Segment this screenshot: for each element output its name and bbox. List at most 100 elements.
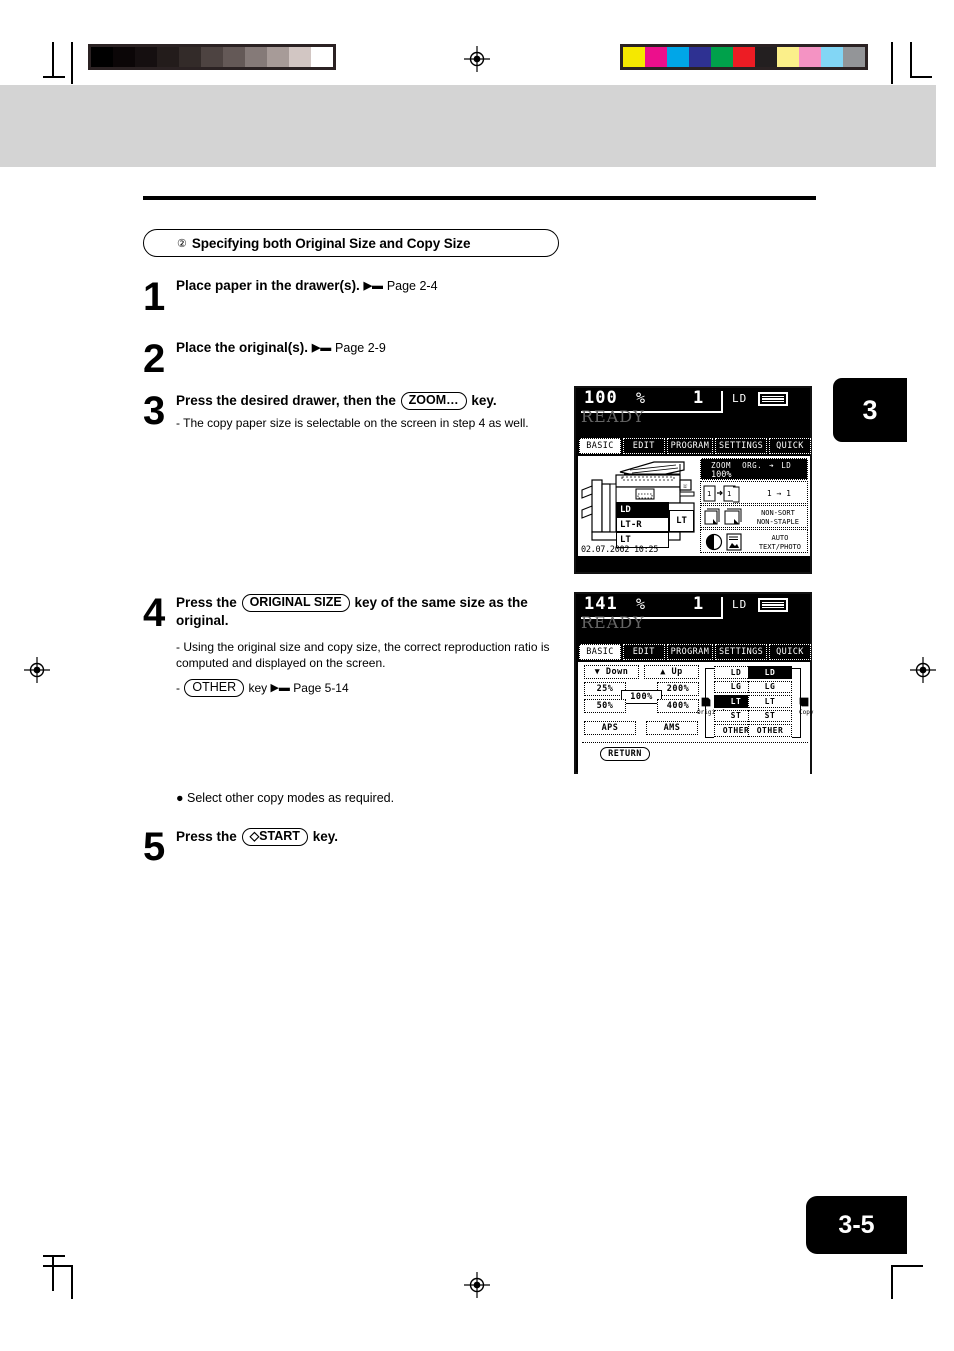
- arrow-right-icon: ▶▬: [311, 342, 332, 354]
- lcd2-tab-bar[interactable]: BASIC EDIT PROGRAM SETTINGS QUICK: [579, 644, 811, 660]
- crop-mark-br-v1: [891, 1265, 893, 1299]
- duplex-info-box[interactable]: 1 1 1 → 1: [700, 481, 808, 504]
- tab-program[interactable]: PROGRAM: [666, 644, 714, 660]
- size-label: LT: [764, 696, 776, 706]
- step-4-note-2-ref: Page 5-14: [293, 681, 349, 695]
- tab-quick[interactable]: QUICK: [768, 438, 811, 454]
- lcd2-divider: [582, 742, 808, 743]
- lcd2-copy-count: 1: [693, 594, 704, 614]
- exposure-info-box[interactable]: AUTO TEXT/PHOTO: [700, 529, 808, 553]
- lcd1-ratio-unit: %: [636, 389, 646, 407]
- lcd2-status-text: READY: [581, 613, 645, 632]
- lcd1-tab-bar[interactable]: BASIC EDIT PROGRAM SETTINGS QUICK: [579, 438, 811, 454]
- lcd2-ratio-value: 141: [584, 594, 618, 614]
- size-label: ST: [764, 711, 776, 721]
- grayscale-patch-8: [267, 47, 289, 67]
- step-2-text: Place the original(s). ▶▬ Page 2-9: [176, 339, 576, 357]
- bypass-tray[interactable]: LT: [669, 510, 694, 532]
- color-patch-2: [667, 47, 689, 67]
- color-patch-6: [755, 47, 777, 67]
- zoom-up-button[interactable]: ▲ Up: [644, 665, 699, 679]
- copy-size-other[interactable]: OTHER: [748, 724, 792, 737]
- tab-basic[interactable]: BASIC: [579, 644, 621, 660]
- preset-200-button[interactable]: 200%: [657, 682, 699, 696]
- crop-mark-tr-h: [910, 76, 932, 78]
- grayscale-patch-5: [201, 47, 223, 67]
- aps-button[interactable]: APS: [584, 721, 636, 735]
- step-4-note-2-mid: key: [248, 681, 268, 695]
- lcd1-paper-label: LD: [732, 392, 748, 405]
- exposure-line-1: AUTO: [771, 534, 789, 542]
- drawer-2-label: LT-R: [620, 519, 642, 530]
- tab-quick[interactable]: QUICK: [768, 644, 811, 660]
- start-key[interactable]: ◇START: [241, 828, 308, 846]
- color-patch-4: [711, 47, 733, 67]
- size-label: LT: [730, 696, 742, 706]
- grayscale-patch-10: [311, 47, 333, 67]
- finishing-info-box[interactable]: NON-SORT NON-STAPLE: [700, 505, 808, 528]
- paper-stack-icon: [758, 598, 788, 612]
- lcd-screen-basic[interactable]: 100 % 1 LD READY BASIC EDIT PROGRAM SETTING…: [574, 386, 812, 574]
- grayscale-patch-6: [223, 47, 245, 67]
- copy-size-lt[interactable]: LT: [748, 695, 792, 708]
- lcd2-status-bar: 141 % 1 LD READY: [576, 594, 810, 642]
- preset-200-label: 200%: [666, 684, 690, 694]
- ams-button[interactable]: AMS: [646, 721, 698, 735]
- preset-100-button[interactable]: 100%: [621, 690, 662, 704]
- lcd-screen-zoom[interactable]: 141 % 1 LD READY BASIC EDIT PROGRAM SETTING…: [574, 592, 813, 774]
- step-2-title: Place the original(s).: [176, 340, 309, 355]
- other-key[interactable]: OTHER: [184, 679, 245, 697]
- preset-25-button[interactable]: 25%: [584, 682, 626, 696]
- step-2-number: 2: [143, 337, 166, 381]
- crop-mark-tl-v2: [71, 42, 73, 84]
- section-heading: ② Specifying both Original Size and Copy…: [143, 229, 559, 257]
- tab-settings[interactable]: SETTINGS: [715, 644, 768, 660]
- section-top-rule: [143, 196, 816, 200]
- crop-mark-bl-v1: [52, 1257, 54, 1291]
- size-label: LG: [764, 682, 776, 692]
- copy-size-lg[interactable]: LG: [748, 680, 792, 693]
- copy-size-ld[interactable]: LD: [748, 666, 792, 679]
- zoom-up-label: ▲ Up: [660, 667, 683, 677]
- tab-program[interactable]: PROGRAM: [666, 438, 714, 454]
- lcd1-copy-count: 1: [693, 388, 704, 408]
- preset-50-button[interactable]: 50%: [584, 699, 626, 713]
- crop-mark-bl-h: [43, 1255, 65, 1257]
- finishing-line-2: NON-STAPLE: [756, 517, 799, 526]
- crop-mark-tl-h: [43, 76, 65, 78]
- grayscale-calibration-wedge: [88, 44, 336, 70]
- preset-400-button[interactable]: 400%: [657, 699, 699, 713]
- drawer-1[interactable]: LD: [616, 502, 669, 517]
- contrast-icon: [705, 533, 723, 551]
- original-size-key[interactable]: ORIGINAL SIZE: [241, 594, 350, 612]
- tab-basic[interactable]: BASIC: [579, 438, 621, 454]
- tab-edit[interactable]: EDIT: [622, 438, 665, 454]
- zoom-info-box[interactable]: ZOOM ORG. ➔ LD 100%: [700, 458, 808, 480]
- copy-modes-note: ● Select other copy modes as required.: [176, 791, 395, 805]
- arrow-right-icon: ▶▬: [363, 280, 384, 292]
- color-patch-3: [689, 47, 711, 67]
- size-label: LD: [764, 667, 776, 677]
- grayscale-patch-0: [91, 47, 113, 67]
- zoom-key[interactable]: ZOOM…: [400, 392, 467, 410]
- zoom-info-dest: LD: [781, 461, 792, 470]
- text-photo-icon: [726, 533, 742, 551]
- zoom-info-value: 100%: [711, 470, 732, 480]
- preset-50-label: 50%: [596, 701, 614, 711]
- tab-edit[interactable]: EDIT: [622, 644, 665, 660]
- color-calibration-bar: [620, 44, 868, 70]
- duplex-icon: 1 1: [703, 485, 740, 503]
- drawer-2[interactable]: LT-R: [616, 517, 669, 532]
- tab-settings[interactable]: SETTINGS: [715, 438, 768, 454]
- bypass-tray-label: LT: [676, 516, 687, 526]
- copy-size-st[interactable]: ST: [748, 709, 792, 722]
- registration-mark-top: [464, 46, 490, 72]
- step-1-title: Place paper in the drawer(s).: [176, 278, 360, 293]
- tab-label: SETTINGS: [719, 647, 764, 657]
- copier-illustration: ☏ LD LT-R LT LT: [580, 458, 696, 554]
- ams-label: AMS: [663, 723, 681, 733]
- tab-label: EDIT: [632, 647, 655, 657]
- zoom-down-button[interactable]: ▼ Down: [584, 665, 639, 679]
- return-button[interactable]: RETURN: [600, 747, 650, 761]
- registration-mark-right: [910, 657, 936, 683]
